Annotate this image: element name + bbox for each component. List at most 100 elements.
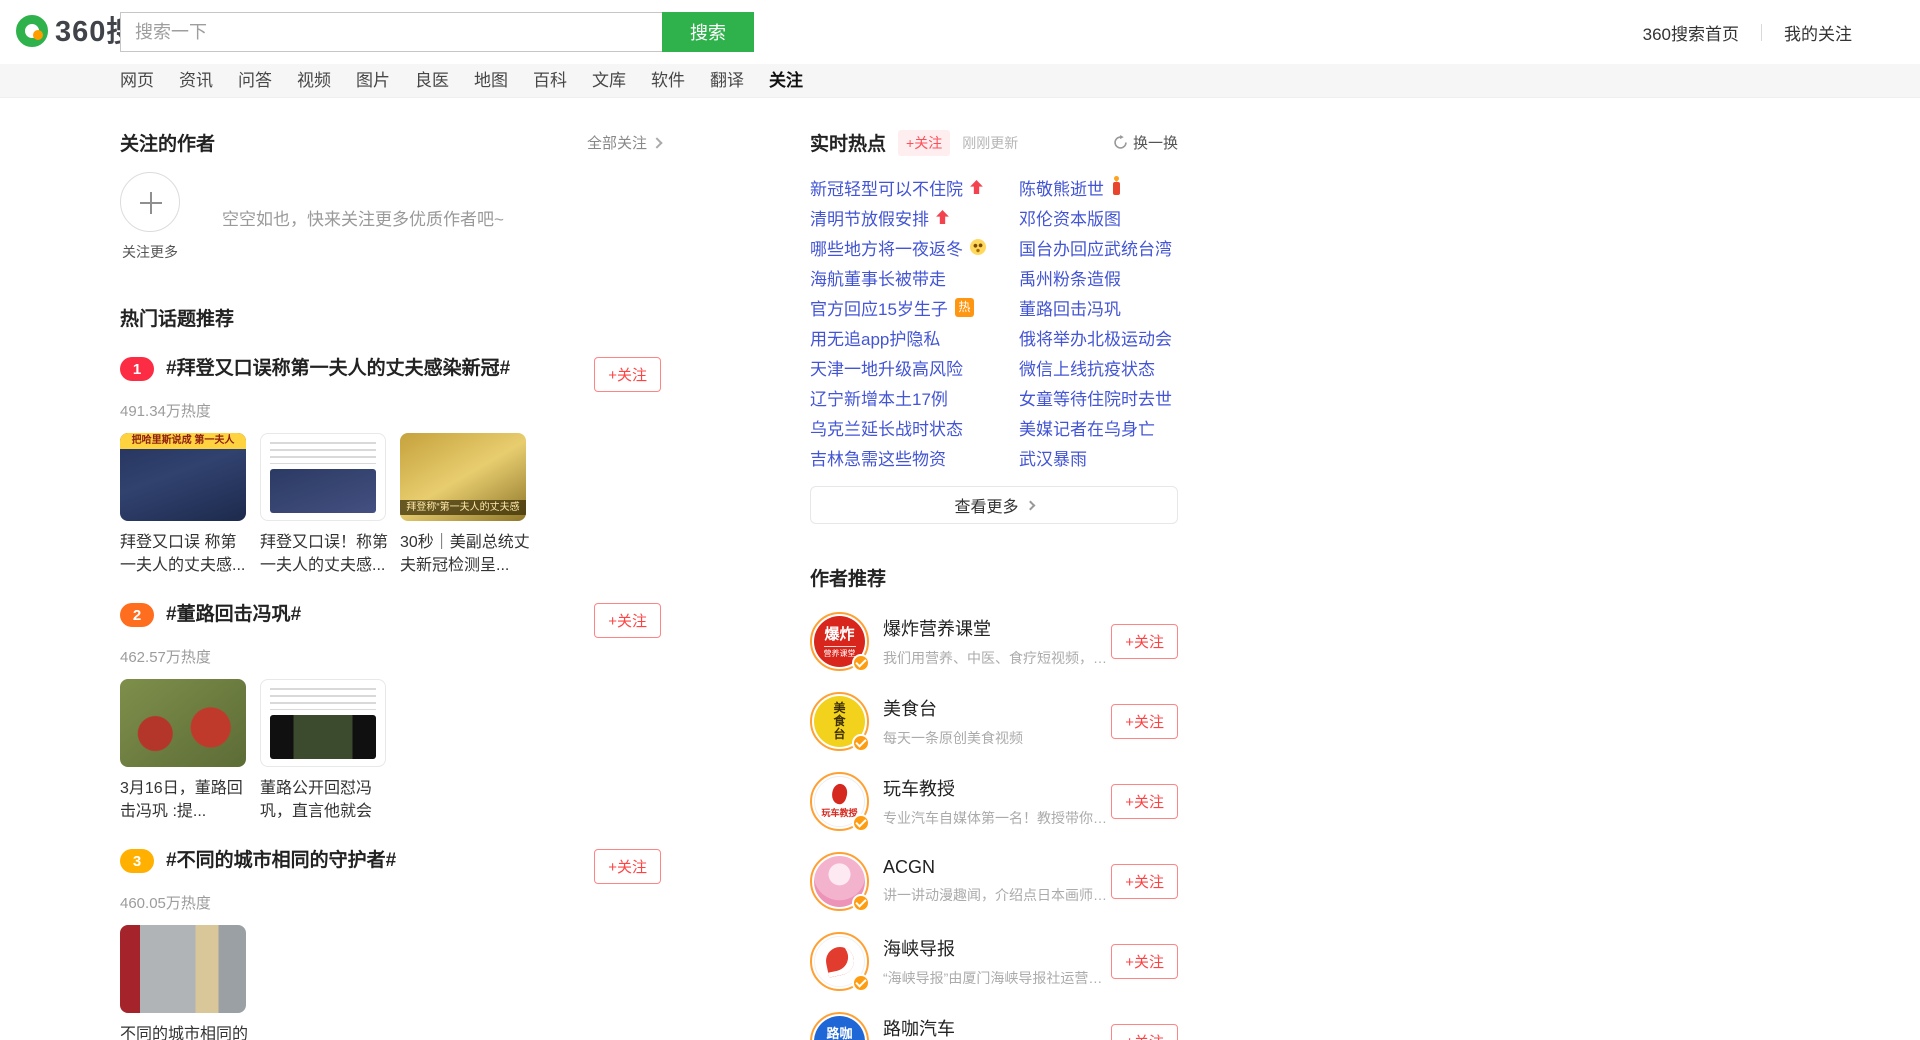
hot-topic-item[interactable]: 武汉暴雨 [1019, 442, 1178, 472]
hot-topic-link[interactable]: 俄将举办北极运动会 [1019, 325, 1172, 350]
hot-topic-item[interactable]: 清明节放假安排 [810, 202, 1019, 232]
add-author-button[interactable] [120, 172, 180, 232]
thumbnail-caption[interactable]: 拜登又口误 称第一夫人的丈夫感... [120, 531, 252, 577]
thumbnail-caption[interactable]: 30秒｜美副总统丈夫新冠检测呈... [400, 531, 532, 577]
hot-topic-link[interactable]: 天津一地升级高风险 [810, 355, 963, 380]
search-button[interactable]: 搜索 [662, 12, 754, 52]
hot-topic-item[interactable]: 美媒记者在乌身亡 [1019, 412, 1178, 442]
author-name[interactable]: 玩车教授 [883, 775, 1111, 801]
tab-webpage[interactable]: 网页 [120, 64, 154, 98]
follow-more-link[interactable]: 关注更多 [120, 242, 180, 262]
hot-topic-item[interactable]: 新冠轻型可以不住院 [810, 172, 1019, 202]
avatar[interactable] [810, 851, 870, 912]
hot-topic-item[interactable]: 俄将举办北极运动会 [1019, 322, 1178, 352]
follow-author-button[interactable]: +关注 [1111, 783, 1178, 819]
avatar[interactable]: 美食台 [810, 691, 870, 752]
follow-topic-button[interactable]: +关注 [594, 603, 661, 638]
hot-topic-link[interactable]: 吉林急需这些物资 [810, 445, 946, 470]
hot-topic-item[interactable]: 邓伦资本版图 [1019, 202, 1178, 232]
tab-translate[interactable]: 翻译 [710, 64, 744, 98]
thumbnail-caption[interactable]: 董路公开回怼冯巩，直言他就会 [260, 777, 392, 823]
hot-topic-link[interactable]: 乌克兰延长战时状态 [810, 415, 963, 440]
topic-thumbnail-image[interactable] [120, 925, 246, 1013]
tab-health[interactable]: 良医 [415, 64, 449, 98]
search-input[interactable] [120, 12, 662, 52]
hot-topic-item[interactable]: 国台办回应武统台湾 [1019, 232, 1178, 262]
tab-library[interactable]: 文库 [592, 64, 626, 98]
hot-topic-link[interactable]: 新冠轻型可以不住院 [810, 175, 963, 200]
topic-item-1: 1 #拜登又口误称第一夫人的丈夫感染新冠# +关注 491.34万热度 把哈里斯… [120, 357, 661, 577]
realtime-follow-badge[interactable]: +关注 [898, 129, 951, 156]
tab-software[interactable]: 软件 [651, 64, 685, 98]
see-more-button[interactable]: 查看更多 [810, 486, 1178, 524]
hot-topic-item[interactable]: 女童等待住院时去世 [1019, 382, 1178, 412]
hot-topic-link[interactable]: 海航董事长被带走 [810, 265, 946, 290]
hot-topic-link[interactable]: 邓伦资本版图 [1019, 205, 1121, 230]
hot-topic-link[interactable]: 禹州粉条造假 [1019, 265, 1121, 290]
tab-images[interactable]: 图片 [356, 64, 390, 98]
tab-qa[interactable]: 问答 [238, 64, 272, 98]
author-name[interactable]: ACGN [883, 857, 1111, 878]
hot-topic-item[interactable]: 董路回击冯巩 [1019, 292, 1178, 322]
author-name[interactable]: 爆炸营养课堂 [883, 615, 1111, 641]
hot-topic-link[interactable]: 用无追app护隐私 [810, 325, 940, 350]
tab-wiki[interactable]: 百科 [533, 64, 567, 98]
tab-news[interactable]: 资讯 [179, 64, 213, 98]
hot-topic-link[interactable]: 哪些地方将一夜返冬 [810, 235, 963, 260]
follow-author-button[interactable]: +关注 [1111, 703, 1178, 739]
hot-topic-link[interactable]: 女童等待住院时去世 [1019, 385, 1172, 410]
hot-topic-item[interactable]: 陈敬熊逝世 [1019, 172, 1178, 202]
tab-follow-active[interactable]: 关注 [769, 64, 803, 98]
topic-thumbnail-image[interactable] [260, 433, 386, 521]
hot-topic-item[interactable]: 微信上线抗疫状态 [1019, 352, 1178, 382]
hot-topic-item[interactable]: 辽宁新增本土17例 [810, 382, 1019, 412]
refresh-button[interactable]: 换一换 [1113, 132, 1178, 153]
topic-thumbnail-image[interactable] [120, 679, 246, 767]
hot-topic-link[interactable]: 清明节放假安排 [810, 205, 929, 230]
follow-topic-button[interactable]: +关注 [594, 849, 661, 884]
avatar[interactable] [810, 931, 870, 992]
hot-topic-link[interactable]: 陈敬熊逝世 [1019, 175, 1104, 200]
hot-topic-item[interactable]: 哪些地方将一夜返冬 [810, 232, 1019, 262]
topic-title[interactable]: #不同的城市相同的守护者# [166, 849, 396, 873]
hot-topic-link[interactable]: 辽宁新增本土17例 [810, 385, 948, 410]
hot-topic-item[interactable]: 吉林急需这些物资 [810, 442, 1019, 472]
topic-thumbnail-image[interactable]: 拜登称“第一夫人的丈夫感 [400, 433, 526, 521]
hot-topic-link[interactable]: 武汉暴雨 [1019, 445, 1087, 470]
thumbnail-caption[interactable]: 3月16日，董路回击冯巩 :提... [120, 777, 252, 823]
follow-author-button[interactable]: +关注 [1111, 943, 1178, 979]
avatar[interactable]: 玩车教授 [810, 771, 870, 832]
author-name[interactable]: 美食台 [883, 695, 1023, 721]
topic-thumbnail-image[interactable] [260, 679, 386, 767]
topic-title[interactable]: #董路回击冯巩# [166, 603, 301, 627]
hot-topic-item[interactable]: 官方回应15岁生子 热 [810, 292, 1019, 322]
hot-topic-link[interactable]: 国台办回应武统台湾 [1019, 235, 1172, 260]
hot-topic-item[interactable]: 禹州粉条造假 [1019, 262, 1178, 292]
hot-topic-item[interactable]: 天津一地升级高风险 [810, 352, 1019, 382]
author-name[interactable]: 路咖汽车 [883, 1015, 1093, 1040]
hot-topic-item[interactable]: 乌克兰延长战时状态 [810, 412, 1019, 442]
author-name[interactable]: 海峡导报 [883, 935, 1111, 961]
thumbnail-caption[interactable]: 拜登又口误！称第一夫人的丈夫感... [260, 531, 392, 577]
hot-topic-item[interactable]: 用无追app护隐私 [810, 322, 1019, 352]
trend-up-icon [970, 180, 983, 194]
tab-maps[interactable]: 地图 [474, 64, 508, 98]
topic-thumbnail-image[interactable]: 把哈里斯说成 第一夫人 [120, 433, 246, 521]
hot-topic-link[interactable]: 官方回应15岁生子 [810, 295, 948, 320]
tab-video[interactable]: 视频 [297, 64, 331, 98]
my-follow-link[interactable]: 我的关注 [1784, 20, 1852, 45]
topic-title[interactable]: #拜登又口误称第一夫人的丈夫感染新冠# [166, 357, 510, 381]
follow-author-button[interactable]: +关注 [1111, 863, 1178, 899]
thumbnail-caption[interactable]: 不同的城市相同的守护者 你们辛... [120, 1023, 252, 1040]
avatar[interactable]: 爆炸 营养课堂 [810, 611, 870, 672]
follow-topic-button[interactable]: +关注 [594, 357, 661, 392]
hot-topic-item[interactable]: 海航董事长被带走 [810, 262, 1019, 292]
all-follow-link[interactable]: 全部关注 [587, 132, 663, 153]
hot-topic-link[interactable]: 微信上线抗疫状态 [1019, 355, 1155, 380]
hot-topic-link[interactable]: 董路回击冯巩 [1019, 295, 1121, 320]
avatar[interactable]: 路咖汽车 [810, 1011, 869, 1040]
hot-topic-link[interactable]: 美媒记者在乌身亡 [1019, 415, 1155, 440]
follow-author-button[interactable]: +关注 [1111, 623, 1178, 659]
follow-author-button[interactable]: +关注 [1111, 1023, 1178, 1040]
home-link[interactable]: 360搜索首页 [1643, 20, 1739, 45]
